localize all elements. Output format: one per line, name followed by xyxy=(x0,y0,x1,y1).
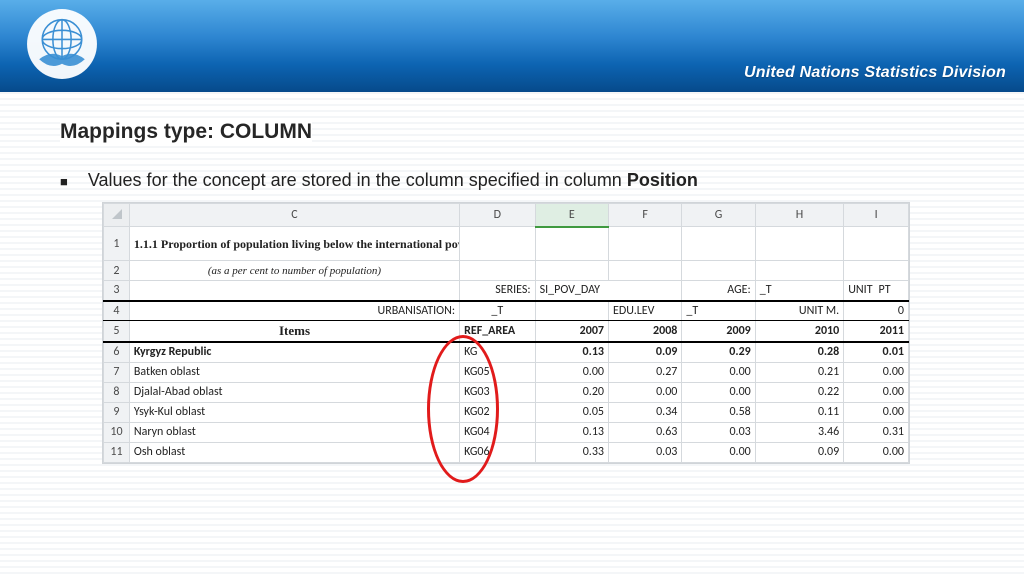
cell-D5[interactable]: REF_AREA xyxy=(460,321,536,343)
item-name[interactable]: Ysyk-Kul oblast xyxy=(129,402,459,422)
table-row: 6 Kyrgyz Republic KG 0.13 0.09 0.29 0.28… xyxy=(104,342,909,362)
table-row: 11 Osh oblast KG06 0.33 0.03 0.00 0.09 0… xyxy=(104,442,909,462)
row-4: 4 URBANISATION: _T EDU.LEV _T UNIT M. 0 xyxy=(104,301,909,321)
cell-E5[interactable]: 2007 xyxy=(535,321,608,343)
row-number[interactable]: 9 xyxy=(104,402,130,422)
col-header-E[interactable]: E xyxy=(535,204,608,227)
bullet-intro: ■ Values for the concept are stored in t… xyxy=(60,168,964,196)
cell-F4[interactable]: EDU.LEV xyxy=(608,301,681,321)
col-header-D[interactable]: D xyxy=(460,204,536,227)
col-header-H[interactable]: H xyxy=(755,204,843,227)
cell-D3[interactable]: SERIES: xyxy=(460,281,536,301)
org-title: United Nations Statistics Division xyxy=(744,64,1006,82)
ref-area-code[interactable]: KG05 xyxy=(460,362,536,382)
col-header-F[interactable]: F xyxy=(608,204,681,227)
slide-heading: Mappings type: COLUMN xyxy=(60,118,312,146)
row-number[interactable]: 11 xyxy=(104,442,130,462)
cell-C2[interactable]: (as a per cent to number of population) xyxy=(129,261,459,281)
row-number[interactable]: 1 xyxy=(104,227,130,261)
col-header-C[interactable]: C xyxy=(129,204,459,227)
bullet-prefix: Values for the concept are stored in the… xyxy=(88,170,627,190)
row-number[interactable]: 6 xyxy=(104,342,130,362)
row-number[interactable]: 4 xyxy=(104,301,130,321)
cell-G3-val[interactable]: _T xyxy=(755,281,843,301)
table-row: 10 Naryn oblast KG04 0.13 0.63 0.03 3.46… xyxy=(104,422,909,442)
select-all-corner[interactable] xyxy=(104,204,130,227)
item-name[interactable]: Naryn oblast xyxy=(129,422,459,442)
col-header-G[interactable]: G xyxy=(682,204,755,227)
cell-E3[interactable]: SI_POV_DAY xyxy=(535,281,682,301)
table-row: 8 Djalal-Abad oblast KG03 0.20 0.00 0.00… xyxy=(104,382,909,402)
ref-area-code[interactable]: KG04 xyxy=(460,422,536,442)
row-1: 1 1.1.1 Proportion of population living … xyxy=(104,227,909,261)
row-number[interactable]: 2 xyxy=(104,261,130,281)
bullet-bold: Position xyxy=(627,170,698,190)
ref-area-code[interactable]: KG06 xyxy=(460,442,536,462)
row-3: 3 SERIES: SI_POV_DAY AGE: _T UNITPT xyxy=(104,281,909,301)
item-name[interactable]: Djalal-Abad oblast xyxy=(129,382,459,402)
row-number[interactable]: 7 xyxy=(104,362,130,382)
cell-H4[interactable]: UNIT M. xyxy=(755,301,843,321)
bullet-text: Values for the concept are stored in the… xyxy=(88,168,964,192)
cell-F5[interactable]: 2008 xyxy=(608,321,681,343)
item-name[interactable]: Osh oblast xyxy=(129,442,459,462)
row-2: 2 (as a per cent to number of population… xyxy=(104,261,909,281)
slide-content: Mappings type: COLUMN ■ Values for the c… xyxy=(0,92,1024,576)
cell-I5[interactable]: 2011 xyxy=(844,321,909,343)
cell-C5[interactable]: Items xyxy=(129,321,459,343)
row-number[interactable]: 10 xyxy=(104,422,130,442)
cell-D4[interactable]: _T xyxy=(460,301,536,321)
excel-grid: C D E F G H I 1 1.1.1 Proportion of popu… xyxy=(103,203,909,463)
row-number[interactable]: 3 xyxy=(104,281,130,301)
cell-C4[interactable]: URBANISATION: xyxy=(129,301,459,321)
table-row: 9 Ysyk-Kul oblast KG02 0.05 0.34 0.58 0.… xyxy=(104,402,909,422)
cell-H5[interactable]: 2010 xyxy=(755,321,843,343)
cell-C1[interactable]: 1.1.1 Proportion of population living be… xyxy=(129,227,459,261)
row-5: 5 Items REF_AREA 2007 2008 2009 2010 201… xyxy=(104,321,909,343)
item-name[interactable]: Batken oblast xyxy=(129,362,459,382)
ref-area-code[interactable]: KG03 xyxy=(460,382,536,402)
bullet-marker: ■ xyxy=(60,168,68,196)
cell-I4[interactable]: 0 xyxy=(844,301,909,321)
ref-area-code[interactable]: KG xyxy=(460,342,536,362)
col-header-I[interactable]: I xyxy=(844,204,909,227)
row-number[interactable]: 5 xyxy=(104,321,130,343)
column-header-row: C D E F G H I xyxy=(104,204,909,227)
un-logo xyxy=(24,6,100,82)
cell-I3[interactable]: UNITPT xyxy=(844,281,909,301)
cell-G3-lbl[interactable]: AGE: xyxy=(682,281,755,301)
table-row: 7 Batken oblast KG05 0.00 0.27 0.00 0.21… xyxy=(104,362,909,382)
header-banner: United Nations Statistics Division xyxy=(0,0,1024,92)
cell-G4[interactable]: _T xyxy=(682,301,755,321)
item-name[interactable]: Kyrgyz Republic xyxy=(129,342,459,362)
spreadsheet-inset: C D E F G H I 1 1.1.1 Proportion of popu… xyxy=(102,202,910,464)
ref-area-code[interactable]: KG02 xyxy=(460,402,536,422)
row-number[interactable]: 8 xyxy=(104,382,130,402)
cell-G5[interactable]: 2009 xyxy=(682,321,755,343)
